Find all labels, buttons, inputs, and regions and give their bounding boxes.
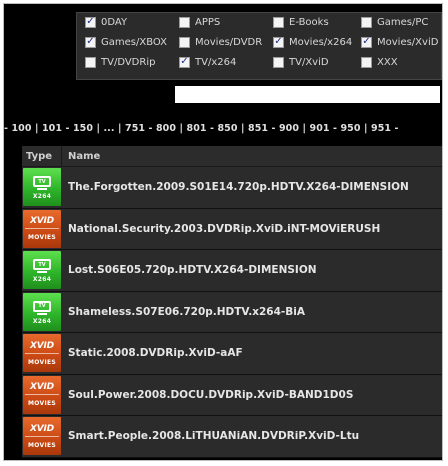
tv-stand [37, 312, 47, 315]
type-cell: XVID MOVIES [22, 333, 62, 374]
torrent-name-link[interactable]: National.Security.2003.DVDRip.XviD.iNT-M… [62, 223, 380, 235]
table-row[interactable]: XVID MOVIES Smart.People.2008.LiTHUANiAN.D… [22, 416, 442, 458]
type-cell: TV X264 [22, 292, 62, 333]
type-cell: TV X264 [22, 167, 62, 208]
category-filter-panel: ✓ 0DAY APPS E-Books Games/PC ✓ Games/XBOX Movie… [76, 12, 442, 80]
filter-option[interactable]: ✓ 0DAY [85, 13, 127, 31]
type-cell: XVID MOVIES [22, 209, 62, 250]
filter-option[interactable]: ✓ Movies/x264 [273, 33, 352, 51]
tv-x264-icon[interactable]: TV X264 [23, 292, 61, 331]
badge-subtitle: X264 [32, 193, 52, 201]
tv-screen-icon: TV [33, 176, 51, 188]
filter-checkbox[interactable] [85, 56, 96, 68]
filter-label: XXX [377, 56, 398, 68]
xvid-logo: XVID [30, 382, 54, 393]
badge-subtitle: X264 [32, 317, 52, 325]
filter-option[interactable]: TV/XviD [273, 53, 329, 71]
filter-label: TV/DVDRip [101, 56, 156, 68]
search-input[interactable] [175, 86, 440, 103]
filter-checkbox[interactable] [273, 56, 284, 68]
torrent-name-link[interactable]: Static.2008.DVDRip.XviD-aAF [62, 347, 243, 359]
filter-label: Movies/x264 [289, 36, 353, 48]
filter-checkbox[interactable]: ✓ [179, 56, 190, 68]
filter-option[interactable]: TV/DVDRip [85, 53, 155, 71]
table-row[interactable]: XVID MOVIES Static.2008.DVDRip.XviD-aAF [22, 333, 442, 375]
badge-subtitle: MOVIES [27, 400, 56, 408]
filter-label: TV/x264 [195, 56, 237, 68]
filter-option[interactable]: ✓ Movies/XviD [361, 33, 438, 51]
divider [25, 352, 59, 354]
type-cell: TV X264 [22, 250, 62, 291]
results-table: Type Name TV X264 The.Forgotten.2009.S01E1… [22, 146, 442, 458]
badge-subtitle: X264 [32, 276, 52, 284]
filter-checkbox[interactable]: ✓ [85, 36, 96, 48]
torrent-name-link[interactable]: The.Forgotten.2009.S01E14.720p.HDTV.X264… [62, 181, 409, 193]
filter-checkbox[interactable]: ✓ [85, 16, 96, 28]
type-cell: XVID MOVIES [22, 416, 62, 457]
filter-option[interactable]: Games/PC [361, 13, 428, 31]
torrent-name-link[interactable]: Soul.Power.2008.DOCU.DVDRip.XviD-BAND1D0… [62, 389, 353, 401]
xvid-logo: XVID [30, 216, 54, 227]
table-header: Type Name [22, 146, 442, 167]
tv-stand [37, 271, 47, 274]
table-row[interactable]: TV X264 Lost.S06E05.720p.HDTV.X264-DIMENSI… [22, 250, 442, 292]
filter-label: Games/PC [377, 16, 429, 28]
tv-x264-icon[interactable]: TV X264 [23, 168, 61, 207]
tv-screen-icon: TV [33, 300, 51, 312]
torrent-name-link[interactable]: Lost.S06E05.720p.HDTV.X264-DIMENSION [62, 264, 317, 276]
filter-label: Movies/XviD [377, 36, 439, 48]
torrent-name-link[interactable]: Smart.People.2008.LiTHUANiAN.DVDRiP.XviD… [62, 430, 359, 442]
filter-option[interactable]: XXX [361, 53, 398, 71]
table-row[interactable]: XVID MOVIES National.Security.2003.DVDRip.… [22, 208, 442, 250]
column-header-name[interactable]: Name [62, 151, 100, 162]
filter-label: Games/XBOX [101, 36, 167, 48]
filter-checkbox[interactable] [179, 16, 190, 28]
badge-subtitle: MOVIES [27, 234, 56, 242]
divider [25, 228, 59, 230]
torrent-name-link[interactable]: Shameless.S07E06.720p.HDTV.x264-BiA [62, 306, 305, 318]
filter-label: E-Books [289, 16, 329, 28]
table-row[interactable]: XVID MOVIES Soul.Power.2008.DOCU.DVDRip.Xv… [22, 374, 442, 416]
filter-label: Movies/DVDR [195, 36, 263, 48]
pagination[interactable]: - 100 | 101 - 150 | ... | 751 - 800 | 80… [4, 123, 442, 137]
filter-option[interactable]: ✓ Games/XBOX [85, 33, 167, 51]
filter-checkbox[interactable] [361, 56, 372, 68]
type-cell: XVID MOVIES [22, 375, 62, 416]
filter-option[interactable]: ✓ TV/x264 [179, 53, 236, 71]
badge-subtitle: MOVIES [27, 358, 56, 366]
filter-checkbox[interactable] [361, 16, 372, 28]
filter-checkbox[interactable] [179, 36, 190, 48]
xvid-movies-icon[interactable]: XVID MOVIES [23, 334, 61, 373]
xvid-logo: XVID [30, 340, 54, 351]
xvid-movies-icon[interactable]: XVID MOVIES [23, 417, 61, 456]
badge-subtitle: MOVIES [27, 441, 56, 449]
tv-x264-icon[interactable]: TV X264 [23, 251, 61, 290]
tv-screen-icon: TV [33, 259, 51, 271]
filter-label: TV/XviD [289, 56, 329, 68]
divider [25, 435, 59, 437]
column-header-type[interactable]: Type [22, 146, 62, 166]
filter-label: APPS [195, 16, 221, 28]
table-row[interactable]: TV X264 The.Forgotten.2009.S01E14.720p.HDT… [22, 167, 442, 209]
filter-checkbox[interactable]: ✓ [361, 36, 372, 48]
filter-option[interactable]: E-Books [273, 13, 329, 31]
filter-option[interactable]: APPS [179, 13, 220, 31]
xvid-movies-icon[interactable]: XVID MOVIES [23, 209, 61, 248]
xvid-logo: XVID [30, 423, 54, 434]
tv-stand [37, 188, 47, 191]
table-row[interactable]: TV X264 Shameless.S07E06.720p.HDTV.x264-Bi… [22, 291, 442, 333]
filter-option[interactable]: Movies/DVDR [179, 33, 262, 51]
xvid-movies-icon[interactable]: XVID MOVIES [23, 375, 61, 414]
filter-checkbox[interactable] [273, 16, 284, 28]
divider [25, 394, 59, 396]
filter-label: 0DAY [101, 16, 128, 28]
table-body: TV X264 The.Forgotten.2009.S01E14.720p.HDT… [22, 167, 442, 458]
filter-checkbox[interactable]: ✓ [273, 36, 284, 48]
torrent-listing-page: ✓ 0DAY APPS E-Books Games/PC ✓ Games/XBOX Movie… [3, 3, 443, 461]
